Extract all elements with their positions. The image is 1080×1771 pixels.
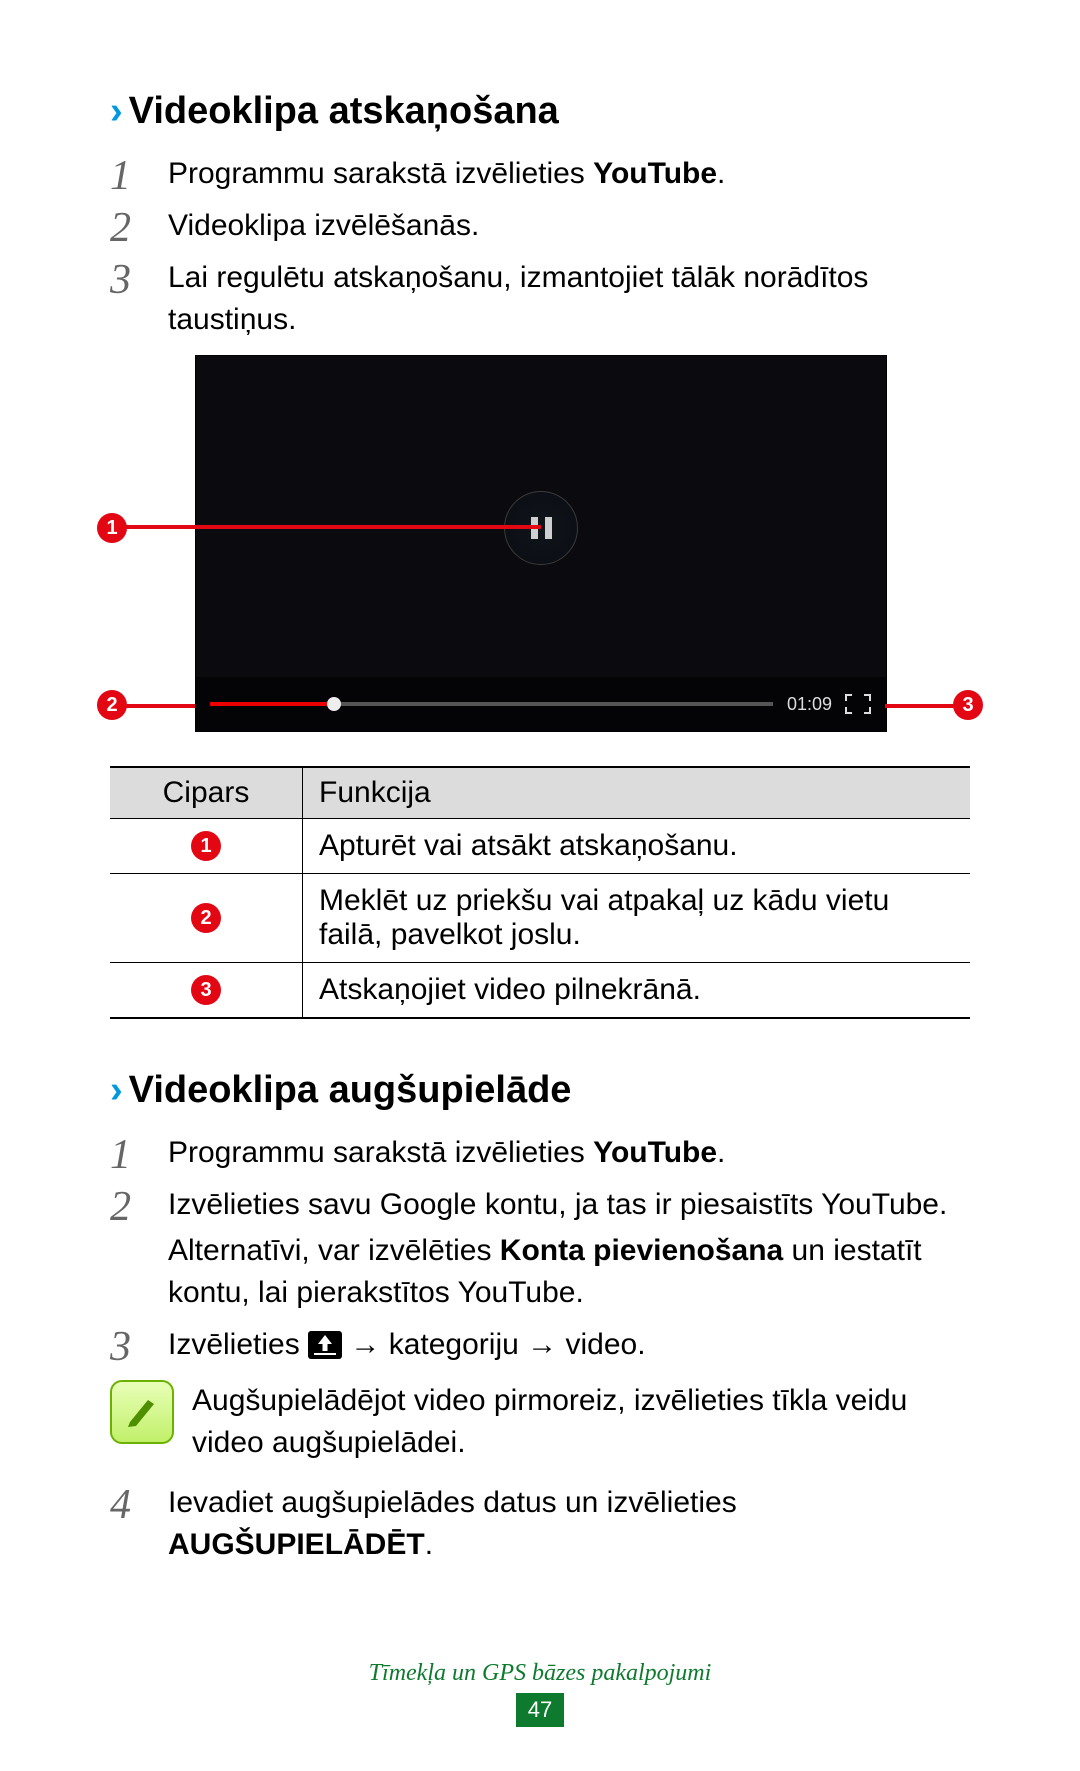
page-number: 47 <box>516 1693 564 1727</box>
upload-steps: Programmu sarakstā izvēlieties YouTube. … <box>110 1132 970 1566</box>
step-text: Ievadiet augšupielādes datus un izvēliet… <box>168 1486 737 1519</box>
step-item: Programmu sarakstā izvēlieties YouTube. <box>110 1132 970 1174</box>
fullscreen-button[interactable] <box>844 693 872 715</box>
cont-pre: Alternatīvi, var izvēlēties <box>168 1234 500 1267</box>
step-item: Izvēlieties savu Google kontu, ja tas ir… <box>110 1184 970 1314</box>
table-row: 2 Meklēt uz priekšu vai atpakaļ uz kādu … <box>110 874 970 963</box>
th-funkcija: Funkcija <box>303 767 971 819</box>
function-table: Cipars Funkcija 1 Apturēt vai atsākt ats… <box>110 766 970 1019</box>
row-func-3: Atskaņojiet video pilnekrānā. <box>303 963 971 1019</box>
chevron-icon: › <box>110 90 123 132</box>
table-row: 1 Apturēt vai atsākt atskaņošanu. <box>110 819 970 874</box>
step-text: Izvēlieties <box>168 1328 308 1361</box>
note-text: Augšupielādējot video pirmoreiz, izvēlie… <box>192 1380 970 1464</box>
th-cipars: Cipars <box>110 767 303 819</box>
table-header-row: Cipars Funkcija <box>110 767 970 819</box>
playback-steps: Programmu sarakstā izvēlieties YouTube. … <box>110 153 970 341</box>
video-player: 01:09 <box>195 355 887 732</box>
row-func-2: Meklēt uz priekšu vai atpakaļ uz kādu vi… <box>303 874 971 963</box>
page-footer: Tīmekļa un GPS bāzes pakalpojumi 47 <box>0 1660 1080 1727</box>
table-row: 3 Atskaņojiet video pilnekrānā. <box>110 963 970 1019</box>
step-text: Videoklipa izvēlēšanās. <box>168 209 479 242</box>
step-text-post: . <box>717 157 725 190</box>
step-item: Lai regulētu atskaņošanu, izmantojiet tā… <box>110 257 970 341</box>
callout-line <box>885 704 957 708</box>
footer-text: Tīmekļa un GPS bāzes pakalpojumi <box>0 1660 1080 1687</box>
step-item: Izvēlieties → kategoriju → video. Augšup… <box>110 1324 970 1464</box>
video-time: 01:09 <box>787 694 832 715</box>
section-title-playback-text: Videoklipa atskaņošana <box>129 90 559 132</box>
section-title-playback: ›Videoklipa atskaņošana <box>110 90 970 133</box>
row-badge-1: 1 <box>191 831 221 861</box>
note: Augšupielādējot video pirmoreiz, izvēlie… <box>110 1380 970 1464</box>
step-continuation: Alternatīvi, var izvēlēties Konta pievie… <box>168 1230 970 1314</box>
cont-bold: Konta pievienošana <box>500 1234 783 1267</box>
step-bold: YouTube <box>593 157 717 190</box>
chevron-icon: › <box>110 1069 123 1111</box>
step-item: Programmu sarakstā izvēlieties YouTube. <box>110 153 970 195</box>
seek-bar[interactable] <box>210 702 773 706</box>
step-item: Ievadiet augšupielādes datus un izvēliet… <box>110 1482 970 1566</box>
section-title-upload-text: Videoklipa augšupielāde <box>129 1069 572 1111</box>
step-text: Lai regulētu atskaņošanu, izmantojiet tā… <box>168 261 868 336</box>
note-icon <box>110 1380 174 1444</box>
callout-badge-3: 3 <box>953 690 983 720</box>
row-badge-2: 2 <box>191 903 221 933</box>
video-controls: 01:09 <box>196 677 886 731</box>
video-player-figure: 01:09 1 2 3 <box>185 355 895 732</box>
fullscreen-icon <box>844 693 872 715</box>
step-text-post: → kategoriju → video. <box>342 1328 645 1361</box>
callout-line <box>123 525 541 529</box>
upload-icon <box>308 1331 342 1359</box>
section-title-upload: ›Videoklipa augšupielāde <box>110 1069 970 1112</box>
step-bold: AUGŠUPIELĀDĒT <box>168 1528 425 1561</box>
step-bold: YouTube <box>593 1136 717 1169</box>
step-text: Izvēlieties savu Google kontu, ja tas ir… <box>168 1188 947 1221</box>
row-badge-3: 3 <box>191 975 221 1005</box>
step-text-post: . <box>717 1136 725 1169</box>
step-item: Videoklipa izvēlēšanās. <box>110 205 970 247</box>
step-text-post: . <box>425 1528 433 1561</box>
row-func-1: Apturēt vai atsākt atskaņošanu. <box>303 819 971 874</box>
callout-line <box>123 704 195 708</box>
step-text: Programmu sarakstā izvēlieties <box>168 157 593 190</box>
step-text: Programmu sarakstā izvēlieties <box>168 1136 593 1169</box>
document-page: ›Videoklipa atskaņošana Programmu saraks… <box>0 0 1080 1771</box>
